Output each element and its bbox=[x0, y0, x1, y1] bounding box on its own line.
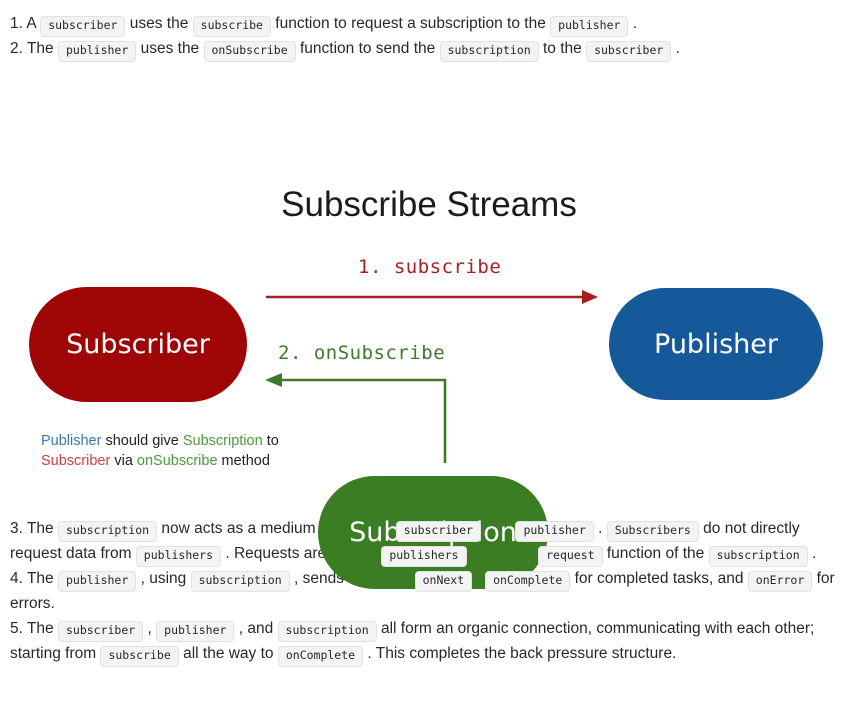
annotation-word: method bbox=[217, 453, 270, 469]
inline-code-token: subscribe bbox=[100, 646, 179, 667]
list-item: 5. The subscriber , publisher , and subs… bbox=[10, 616, 848, 667]
node-publisher: Publisher bbox=[609, 288, 823, 400]
inline-code-token: publisher bbox=[515, 521, 594, 542]
inline-code-token: subscription bbox=[439, 41, 539, 62]
prose-text: . bbox=[593, 520, 607, 537]
inline-code-token: publishers bbox=[381, 546, 467, 567]
annotation-word: Publisher bbox=[41, 433, 102, 449]
prose-text: function of the bbox=[602, 545, 709, 562]
prose-text: all the way to bbox=[178, 645, 278, 662]
inline-code-token: subscriber bbox=[40, 16, 126, 37]
inline-code-token: publisher bbox=[156, 621, 235, 642]
list-item-number: 3. bbox=[10, 520, 27, 537]
prose-text: A bbox=[26, 15, 41, 32]
inline-code-token: onError bbox=[747, 571, 813, 592]
node-publisher-label: Publisher bbox=[654, 328, 778, 360]
list-item: 4. The publisher , using subscription , … bbox=[10, 566, 848, 616]
annotation-word: to bbox=[262, 433, 279, 449]
inline-code-token: publisher bbox=[57, 571, 137, 592]
inline-code-token: subscriber bbox=[395, 521, 481, 542]
top-list-container: 1. A subscriber uses the subscribe funct… bbox=[10, 11, 848, 62]
list-item-number: 1. bbox=[10, 15, 27, 32]
list-item: 3. The subscription now acts as a medium… bbox=[10, 516, 848, 567]
inline-code-token: subscriber bbox=[586, 41, 672, 62]
intro-steps-list: 1. A subscriber uses the subscribe funct… bbox=[0, 0, 858, 62]
annotation-line-1: Publisher should give Subscription to bbox=[41, 431, 279, 451]
annotation-word: should give bbox=[101, 433, 183, 449]
prose-text: uses the bbox=[125, 15, 193, 32]
detail-steps-list: 3. The subscription now acts as a medium… bbox=[0, 516, 858, 667]
list-item: 2. The publisher uses the onSubscribe fu… bbox=[10, 36, 848, 62]
node-subscriber-label: Subscriber bbox=[66, 329, 210, 360]
subscribe-arrow-label: 1. subscribe bbox=[358, 256, 502, 278]
prose-text: . bbox=[807, 545, 817, 562]
prose-text: The bbox=[26, 520, 58, 537]
prose-text: , and bbox=[234, 620, 278, 637]
prose-text: for completed tasks, and bbox=[570, 570, 748, 587]
diagram-title: Subscribe Streams bbox=[281, 185, 577, 224]
annotation-word: onSubscribe bbox=[136, 453, 218, 469]
prose-text: The bbox=[26, 620, 58, 637]
prose-text: . bbox=[628, 15, 638, 32]
inline-code-token: onNext bbox=[414, 571, 473, 592]
inline-code-token: publisher bbox=[57, 41, 137, 62]
inline-code-token: subscriber bbox=[57, 621, 144, 642]
inline-code-token: subscription bbox=[190, 571, 290, 592]
inline-code-token: publishers bbox=[135, 546, 222, 567]
inline-code-token: subscription bbox=[57, 521, 158, 542]
prose-text: uses the bbox=[136, 40, 204, 57]
annotation-word: Subscriber bbox=[41, 453, 111, 469]
prose-text: function to request a subscription to th… bbox=[270, 15, 551, 32]
prose-text: The bbox=[26, 570, 58, 587]
subscribe-streams-diagram: Subscribe Streams Subscriber Publisher S… bbox=[0, 61, 858, 589]
inline-code-token: subscribe bbox=[192, 16, 271, 37]
inline-code-token: subscription bbox=[277, 621, 377, 642]
prose-text: . bbox=[671, 40, 680, 57]
inline-code-token: request bbox=[538, 546, 603, 567]
inline-code-token: Subscribers bbox=[606, 521, 699, 542]
onsubscribe-arrow bbox=[265, 373, 447, 463]
onsubscribe-arrow-label: 2. onSubscribe bbox=[278, 342, 446, 364]
prose-text: , bbox=[143, 620, 157, 637]
prose-text: function to send the bbox=[295, 40, 440, 57]
diagram-annotation: Publisher should give Subscription to Su… bbox=[41, 431, 279, 471]
inline-code-token: onComplete bbox=[277, 646, 364, 667]
list-item-number: 2. bbox=[10, 40, 27, 57]
prose-text: . This completes the back pressure struc… bbox=[363, 645, 677, 662]
list-item-number: 4. bbox=[10, 570, 27, 587]
annotation-word: via bbox=[110, 453, 137, 469]
inline-code-token: onSubscribe bbox=[203, 41, 296, 62]
inline-code-token: publisher bbox=[550, 16, 629, 37]
annotation-word: Subscription bbox=[182, 433, 263, 449]
bottom-list-container: 3. The subscription now acts as a medium… bbox=[10, 516, 848, 667]
inline-code-token: subscription bbox=[708, 546, 808, 567]
prose-text: to the bbox=[538, 40, 587, 57]
inline-code-token: onComplete bbox=[485, 571, 571, 592]
list-item: 1. A subscriber uses the subscribe funct… bbox=[10, 11, 848, 37]
subscribe-arrow bbox=[266, 290, 598, 304]
list-item-number: 5. bbox=[10, 620, 27, 637]
annotation-line-2: Subscriber via onSubscribe method bbox=[41, 451, 279, 471]
prose-text: The bbox=[26, 40, 58, 57]
node-subscriber: Subscriber bbox=[29, 287, 247, 402]
prose-text: , using bbox=[136, 570, 191, 587]
